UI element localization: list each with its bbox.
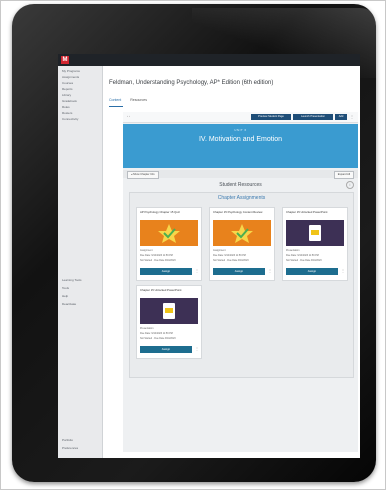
card-title[interactable]: Chapter 15 Unlocked PowerPoint <box>140 288 198 293</box>
chapter-assignments-panel: Chapter Assignments AP Psychology Chapte… <box>129 192 354 378</box>
sidebar-item[interactable]: Deactivate <box>62 302 76 306</box>
card-status: Not Started · Due Date 9/10/2023 <box>140 337 176 340</box>
card-menu-icon[interactable]: ⋮ <box>341 268 345 273</box>
sidebar-item[interactable]: Tools <box>62 286 69 290</box>
card-due: Due Date: 9/10/2023 11:59 PM <box>286 254 319 257</box>
card-thumbnail <box>140 220 198 246</box>
expand-all-button[interactable]: Expand All <box>333 171 354 179</box>
unit-banner: UNIT 6 IV. Motivation and Emotion <box>123 124 358 168</box>
card-type: Presentation <box>140 327 154 330</box>
assign-button[interactable]: Assign <box>140 268 192 275</box>
tablet-device: M My Programs Assignments Courses Report… <box>12 4 382 482</box>
unit-kicker: UNIT 6 <box>234 128 247 132</box>
assignment-card[interactable]: Chapter 15 Unlocked PowerPoint Presentat… <box>136 285 202 359</box>
sidebar-item[interactable]: Assignments <box>62 75 79 79</box>
sidebar: My Programs Assignments Courses Reports … <box>58 66 103 458</box>
sidebar-item[interactable]: Preferences <box>62 446 78 450</box>
tablet-screen: M My Programs Assignments Courses Report… <box>58 54 360 458</box>
unit-title: IV. Motivation and Emotion <box>198 136 282 143</box>
card-due: Due Date: 9/10/2023 11:59 PM <box>140 254 173 257</box>
assign-button[interactable]: Assign <box>140 346 192 353</box>
course-title: Feldman, Understanding Psychology, AP* E… <box>109 80 274 86</box>
main-area: Feldman, Understanding Psychology, AP* E… <box>103 66 360 458</box>
star-check-icon <box>231 224 253 243</box>
card-menu-icon[interactable]: ⋮ <box>195 346 199 351</box>
card-menu-icon[interactable]: ⋮ <box>268 268 272 273</box>
star-check-icon <box>158 224 180 243</box>
tab-resources[interactable]: Resources <box>130 98 147 102</box>
brand-logo[interactable]: M <box>61 56 69 64</box>
assign-button[interactable]: Assign <box>286 268 338 275</box>
card-thumbnail <box>286 220 344 246</box>
sidebar-item[interactable]: Reports <box>62 87 73 91</box>
sidebar-item[interactable]: Connectivity <box>62 117 78 121</box>
card-type: Presentation <box>286 249 300 252</box>
sidebar-item[interactable]: Roles <box>62 105 70 109</box>
sidebar-item[interactable]: Library <box>62 93 71 97</box>
tab-content[interactable]: Content <box>109 98 121 102</box>
preview-student-page-button[interactable]: Preview Student Page <box>251 114 291 120</box>
content-toolbar: ‹ › Preview Student Page Launch Presenta… <box>123 112 358 123</box>
sidebar-item[interactable]: My Programs <box>62 69 80 73</box>
card-title[interactable]: Chapter 15 Psychology Content Review <box>213 210 271 215</box>
launch-presentation-button[interactable]: Launch Presentation <box>293 114 333 120</box>
card-thumbnail <box>213 220 271 246</box>
sidebar-item[interactable]: Help <box>62 294 68 298</box>
card-status: Not Started · Due Date 9/10/2023 <box>140 259 176 262</box>
presentation-icon <box>163 303 175 319</box>
sidebar-item[interactable]: Rosters <box>62 111 72 115</box>
active-tab-indicator <box>109 106 123 107</box>
assignment-card[interactable]: AP Psychology Chapter 15 Quiz Assignment… <box>136 207 202 281</box>
assignment-card[interactable]: Chapter 15 Psychology Content Review Ass… <box>209 207 275 281</box>
chapter-band: ◂ Show Chapter Info Expand All <box>123 170 358 179</box>
card-due: Due Date: 9/10/2023 11:59 PM <box>140 332 173 335</box>
chapter-assignments-title: Chapter Assignments <box>217 195 266 201</box>
card-type: Assignment <box>213 249 226 252</box>
app-topbar: M <box>58 54 360 66</box>
course-tabs: Content Resources <box>109 98 155 106</box>
sidebar-item[interactable]: Gradebook <box>62 99 77 103</box>
more-icon[interactable]: ⋮ <box>350 114 354 119</box>
content-frame: ‹ › Preview Student Page Launch Presenta… <box>123 112 358 452</box>
sidebar-item[interactable]: Courses <box>62 81 73 85</box>
pager-arrows[interactable]: ‹ › <box>127 114 130 118</box>
show-chapter-info-button[interactable]: ◂ Show Chapter Info <box>127 171 159 179</box>
info-icon[interactable]: i <box>346 181 354 189</box>
assign-button[interactable]: Assign <box>213 268 265 275</box>
card-menu-icon[interactable]: ⋮ <box>195 268 199 273</box>
presentation-icon <box>309 225 321 241</box>
add-button[interactable]: Add <box>335 114 347 120</box>
assignment-card[interactable]: Chapter 15 Unlocked PowerPoint Presentat… <box>282 207 348 281</box>
card-title[interactable]: AP Psychology Chapter 15 Quiz <box>140 210 198 215</box>
card-type: Assignment <box>140 249 153 252</box>
student-resources-heading: Student Resources <box>219 182 262 188</box>
card-status: Not Started · Due Date 9/10/2023 <box>213 259 249 262</box>
card-status: Not Started · Due Date 9/10/2023 <box>286 259 322 262</box>
sidebar-item[interactable]: Learning Tools <box>62 278 81 282</box>
card-due: Due Date: 9/10/2023 11:59 PM <box>213 254 246 257</box>
card-title[interactable]: Chapter 15 Unlocked PowerPoint <box>286 210 344 215</box>
sidebar-item[interactable]: Portfolio <box>62 438 73 442</box>
card-thumbnail <box>140 298 198 324</box>
